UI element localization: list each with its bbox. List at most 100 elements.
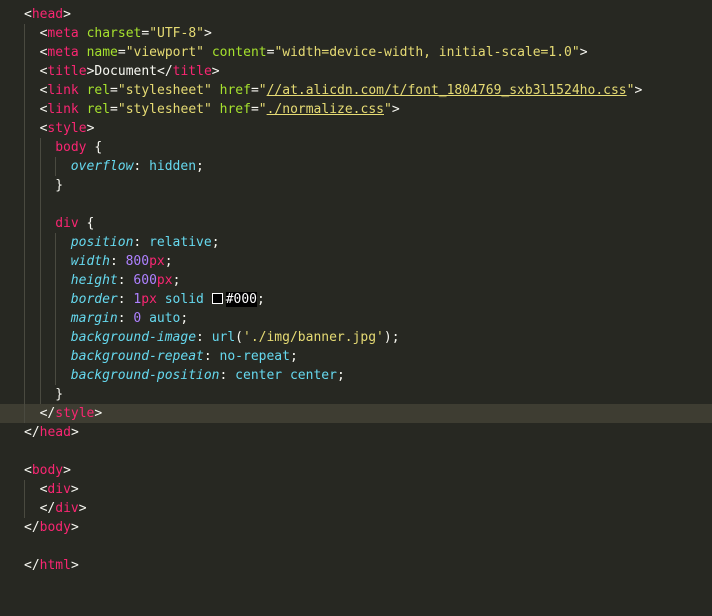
code-text: <style> [40, 119, 95, 138]
indent-guide [39, 309, 41, 328]
code-token: : [133, 159, 150, 174]
code-text: } [55, 176, 63, 195]
code-line[interactable]: background-image: url('./img/banner.jpg'… [0, 328, 712, 347]
code-text: background-repeat: no-repeat; [71, 347, 298, 366]
code-token: html [39, 558, 71, 573]
code-line[interactable]: <link rel="stylesheet" href="./normalize… [0, 100, 712, 119]
code-token: div [55, 501, 79, 516]
code-line[interactable]: background-repeat: no-repeat; [0, 347, 712, 366]
code-line[interactable]: overflow: hidden; [0, 157, 712, 176]
code-line[interactable]: </div> [0, 499, 712, 518]
code-line[interactable]: <body> [0, 461, 712, 480]
code-token: > [63, 7, 71, 22]
code-token: height [70, 273, 118, 288]
indent-guide [24, 138, 25, 157]
code-token: meta [47, 26, 79, 41]
code-text: background-image: url('./img/banner.jpg'… [71, 328, 400, 347]
code-line[interactable]: <meta charset="UTF-8"> [0, 24, 712, 43]
code-line[interactable]: <meta name="viewport" content="width=dev… [0, 43, 712, 62]
code-token: border [70, 292, 118, 307]
code-line[interactable] [0, 442, 712, 461]
code-token: div [55, 216, 79, 231]
code-token: { [78, 216, 95, 231]
code-line[interactable]: </style> [0, 404, 712, 423]
indent-guide [55, 252, 57, 271]
code-line[interactable] [0, 195, 712, 214]
code-token: background-position [70, 368, 220, 383]
code-token: < [24, 463, 32, 478]
code-text: width: 800px; [71, 252, 173, 271]
code-line[interactable]: </body> [0, 518, 712, 537]
code-token: px [156, 273, 173, 288]
code-line[interactable]: width: 800px; [0, 252, 712, 271]
code-token: content [211, 45, 267, 60]
indent-guide [24, 24, 25, 43]
code-token: > [70, 520, 79, 535]
code-line[interactable]: </html> [0, 556, 712, 575]
code-token: title [47, 64, 87, 79]
code-line[interactable]: height: 600px; [0, 271, 712, 290]
indent-guide [24, 119, 25, 138]
code-text: height: 600px; [71, 271, 181, 290]
code-token: > [70, 558, 79, 573]
code-line[interactable]: div { [0, 214, 712, 233]
code-token: head [39, 425, 71, 440]
code-line[interactable]: } [0, 176, 712, 195]
code-text: div { [55, 214, 94, 233]
code-text: border: 1px solid #000; [71, 290, 265, 309]
code-token: "viewport" [125, 45, 204, 60]
code-token: rel [86, 83, 111, 98]
indent-guide [24, 176, 25, 195]
code-text: <body> [24, 461, 71, 480]
code-line[interactable]: <head> [0, 5, 712, 24]
code-token: style [55, 406, 95, 421]
indent-guide [39, 271, 41, 290]
code-token: } [55, 387, 64, 402]
indent-guide [55, 328, 57, 347]
code-line[interactable] [0, 537, 712, 556]
code-line[interactable]: } [0, 385, 712, 404]
code-token: position [70, 235, 134, 250]
code-token: px [149, 254, 165, 269]
code-token: url [211, 330, 236, 345]
code-line[interactable]: </head> [0, 423, 712, 442]
code-token: ; [180, 311, 189, 326]
code-token: href [219, 83, 251, 98]
indent-guide [24, 499, 25, 518]
indent-guide [39, 328, 41, 347]
code-line[interactable]: position: relative; [0, 233, 712, 252]
code-line[interactable]: <style> [0, 119, 712, 138]
code-token: body [55, 140, 87, 155]
code-token: div [47, 482, 71, 497]
indent-guide [24, 328, 25, 347]
indent-guide [39, 347, 41, 366]
code-token: charset [86, 26, 142, 41]
code-token: #000 [225, 292, 258, 307]
code-line[interactable]: margin: 0 auto; [0, 309, 712, 328]
indent-guide [39, 176, 41, 195]
code-line[interactable]: border: 1px solid #000; [0, 290, 712, 309]
code-token: "width=device-width, initial-scale=1.0" [274, 45, 580, 60]
code-token: ./normalize.css [266, 102, 384, 117]
code-token: head [31, 7, 64, 22]
code-token: = [250, 102, 259, 117]
indent-guide [24, 62, 25, 81]
indent-guide [24, 214, 25, 233]
code-token: center [235, 368, 283, 383]
code-token: "stylesheet" [117, 102, 212, 117]
code-line[interactable]: background-position: center center; [0, 366, 712, 385]
indent-guide [24, 43, 25, 62]
code-token: solid [164, 292, 204, 307]
code-line[interactable]: body { [0, 138, 712, 157]
code-line[interactable]: <title>Document</title> [0, 62, 712, 81]
code-editor[interactable]: <head> <meta charset="UTF-8"> <meta name="… [0, 0, 712, 616]
code-line[interactable]: <div> [0, 480, 712, 499]
code-token: : [196, 330, 212, 345]
code-line[interactable]: <link rel="stylesheet" href="//at.alicdn… [0, 81, 712, 100]
